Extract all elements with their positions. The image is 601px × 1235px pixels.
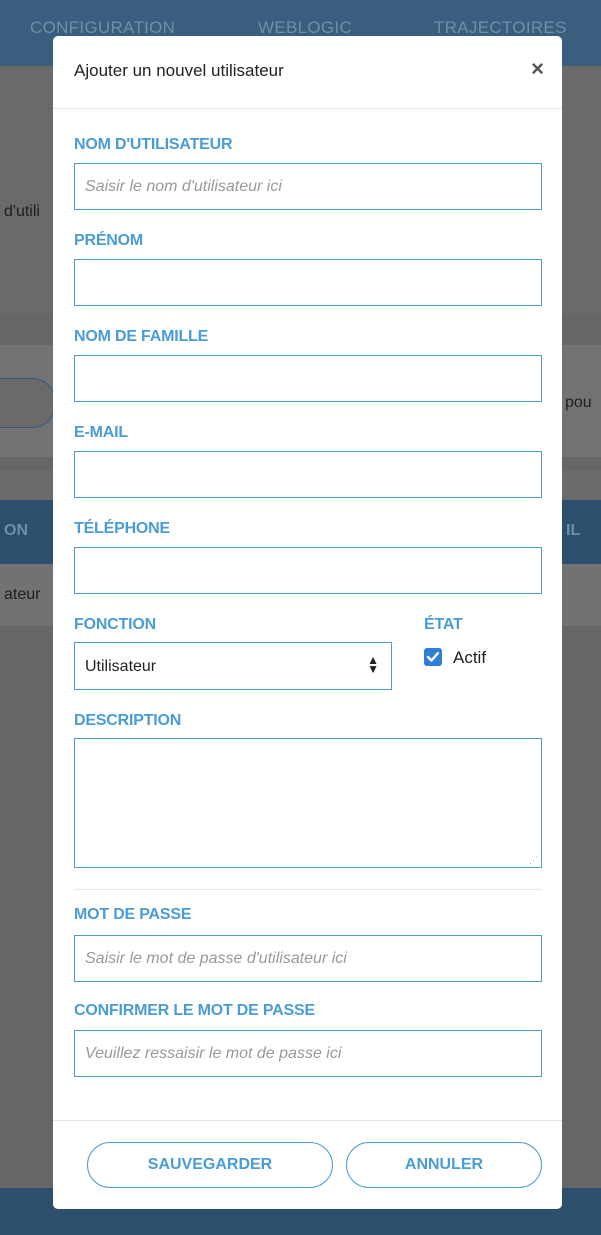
password-input[interactable] [74,935,542,982]
bg-text-fragment-right: pou [565,394,592,411]
firstname-input[interactable] [74,259,542,306]
nav-item-trajectoires[interactable]: TRAJECTOIRES [434,18,567,38]
lastname-input[interactable] [74,355,542,402]
bg-table-header-left: ON [4,522,28,539]
footer-divider [53,1120,562,1121]
modal-title: Ajouter un nouvel utilisateur [74,61,284,80]
active-checkbox[interactable] [424,648,442,666]
state-label: ÉTAT [424,616,463,633]
function-select[interactable]: Utilisateur ▲ ▼ [74,642,392,690]
close-icon[interactable]: × [531,58,544,80]
resize-grip-icon[interactable]: ⋰ [529,855,538,866]
username-input[interactable] [74,163,542,210]
phone-label: TÉLÉPHONE [74,520,170,537]
add-user-modal: Ajouter un nouvel utilisateur × NOM D'UT… [53,36,562,1209]
nav-item-weblogic[interactable]: WEBLOGIC [258,18,352,38]
cancel-button[interactable]: ANNULER [346,1142,542,1188]
sort-arrows-icon: ▲ ▼ [367,653,379,676]
description-textarea[interactable] [74,738,542,868]
email-label: E-MAIL [74,424,128,441]
confirm-password-label: CONFIRMER LE MOT DE PASSE [74,1002,315,1019]
modal-header: Ajouter un nouvel utilisateur × [53,36,562,109]
lastname-label: NOM DE FAMILLE [74,328,209,345]
bg-pill-button [0,378,56,428]
active-checkbox-label: Actif [453,648,487,667]
save-button[interactable]: SAUVEGARDER [87,1142,333,1188]
section-divider [74,889,542,890]
firstname-label: PRÉNOM [74,232,144,249]
phone-input[interactable] [74,547,542,594]
username-label: NOM D'UTILISATEUR [74,136,233,153]
function-label: FONCTION [74,616,156,633]
email-input[interactable] [74,451,542,498]
confirm-password-input[interactable] [74,1030,542,1077]
password-label: MOT DE PASSE [74,906,192,923]
function-select-value: Utilisateur [85,658,157,675]
bg-text-fragment: d'utili [4,203,40,220]
bg-row-fragment: ateur [4,586,41,603]
bg-table-header-right: IL [566,522,581,539]
check-icon [426,651,440,662]
nav-item-configuration[interactable]: CONFIGURATION [30,18,175,38]
description-label: DESCRIPTION [74,712,182,729]
